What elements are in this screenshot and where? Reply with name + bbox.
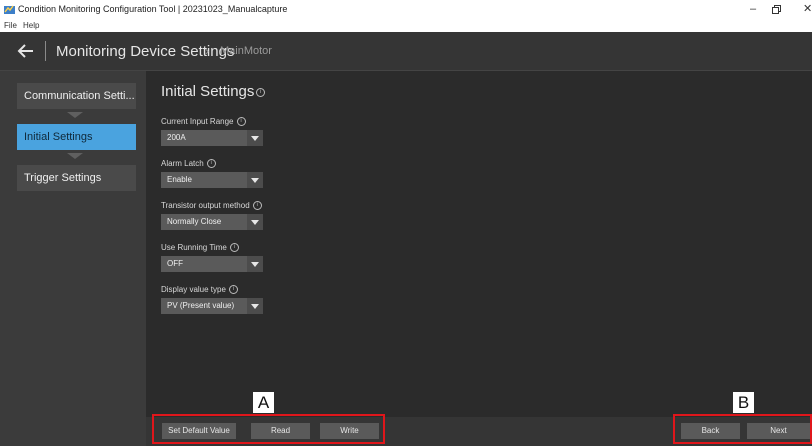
- highlight-box-a: [152, 414, 385, 444]
- step-down-arrow-icon: [67, 153, 83, 159]
- menu-file[interactable]: File: [4, 21, 17, 30]
- step-label: Initial Settings: [24, 131, 93, 143]
- back-arrow-icon[interactable]: [16, 41, 36, 61]
- window-titlebar: Condition Monitoring Configuration Tool …: [0, 0, 812, 20]
- dropdown-button[interactable]: [247, 256, 263, 272]
- app-area: Monitoring Device Settings › MainMotor C…: [0, 32, 812, 446]
- main-panel: Initial Settings i Current Input Range i …: [146, 70, 812, 446]
- chevron-down-icon: [251, 304, 259, 309]
- info-icon[interactable]: i: [236, 117, 246, 127]
- step-initial-settings[interactable]: Initial Settings: [17, 124, 136, 150]
- highlight-box-b: [673, 414, 812, 444]
- info-icon[interactable]: i: [229, 243, 239, 253]
- step-label: Communication Setti...: [24, 90, 135, 102]
- close-button[interactable]: ✕: [803, 3, 812, 15]
- info-icon[interactable]: i: [206, 159, 216, 169]
- dropdown-button[interactable]: [247, 214, 263, 230]
- use-running-time-label: Use Running Time i: [161, 243, 239, 253]
- step-trigger-settings[interactable]: Trigger Settings: [17, 165, 136, 191]
- display-value-type-select[interactable]: PV (Present value): [161, 298, 263, 314]
- select-value: 200A: [167, 133, 186, 142]
- minimize-button[interactable]: –: [750, 3, 756, 15]
- maximize-button[interactable]: [772, 3, 781, 16]
- restore-icon: [772, 5, 781, 14]
- current-input-range-label: Current Input Range i: [161, 117, 246, 127]
- app-icon: [4, 5, 15, 14]
- step-down-arrow-icon: [67, 112, 83, 118]
- select-value: OFF: [167, 259, 183, 268]
- current-input-range-select[interactable]: 200A: [161, 130, 263, 146]
- chevron-down-icon: [251, 136, 259, 141]
- menubar: File Help: [0, 20, 812, 32]
- page-header: Monitoring Device Settings › MainMotor: [0, 32, 812, 70]
- section-title: Initial Settings: [161, 83, 255, 100]
- menu-help[interactable]: Help: [23, 21, 39, 30]
- display-value-type-label: Display value type i: [161, 285, 238, 295]
- info-icon[interactable]: i: [228, 285, 238, 295]
- select-value: Normally Close: [167, 217, 222, 226]
- chevron-down-icon: [251, 178, 259, 183]
- breadcrumb: MainMotor: [220, 45, 272, 57]
- callout-label-a: A: [253, 392, 274, 413]
- dropdown-button[interactable]: [247, 130, 263, 146]
- use-running-time-select[interactable]: OFF: [161, 256, 263, 272]
- dropdown-button[interactable]: [247, 172, 263, 188]
- breadcrumb-chevron-icon: ›: [205, 44, 209, 58]
- step-communication-settings[interactable]: Communication Setti...: [17, 83, 136, 109]
- alarm-latch-label: Alarm Latch i: [161, 159, 216, 169]
- select-value: Enable: [167, 175, 192, 184]
- chevron-down-icon: [251, 220, 259, 225]
- header-divider: [45, 41, 46, 61]
- info-icon[interactable]: i: [252, 201, 262, 211]
- transistor-output-method-label: Transistor output method i: [161, 201, 262, 211]
- alarm-latch-select[interactable]: Enable: [161, 172, 263, 188]
- wizard-sidebar: Communication Setti... Initial Settings …: [0, 70, 146, 446]
- dropdown-button[interactable]: [247, 298, 263, 314]
- chevron-down-icon: [251, 262, 259, 267]
- window-title: Condition Monitoring Configuration Tool …: [18, 4, 288, 14]
- callout-label-b: B: [733, 392, 754, 413]
- select-value: PV (Present value): [167, 301, 235, 310]
- transistor-output-method-select[interactable]: Normally Close: [161, 214, 263, 230]
- step-label: Trigger Settings: [24, 172, 102, 184]
- info-icon[interactable]: i: [256, 88, 265, 97]
